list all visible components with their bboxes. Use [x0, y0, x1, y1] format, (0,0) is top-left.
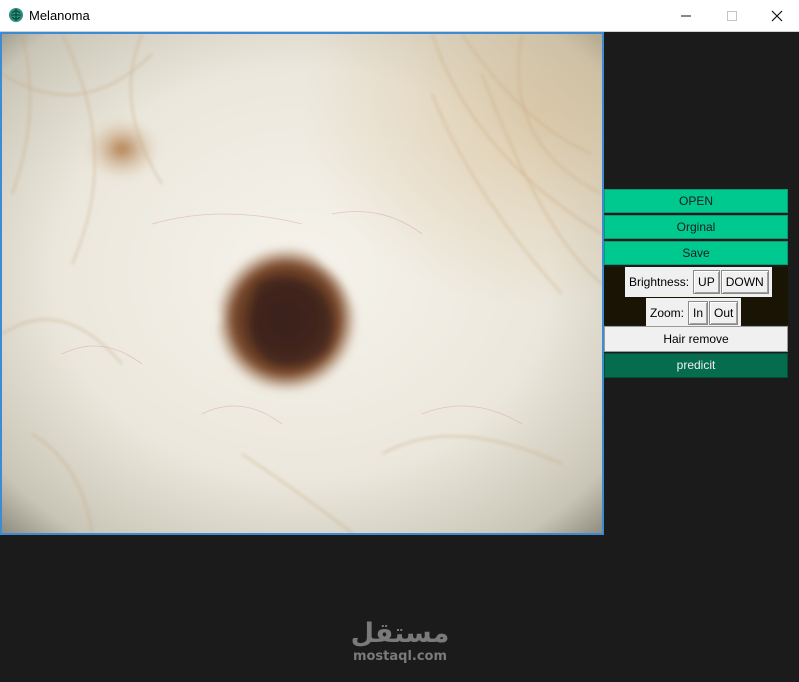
brightness-label: Brightness: — [629, 275, 690, 289]
minimize-icon — [681, 15, 691, 16]
adjust-controls: Brightness: UP DOWN Zoom: In Out — [604, 267, 788, 327]
brightness-up-button[interactable]: UP — [693, 270, 720, 294]
maximize-button[interactable] — [709, 0, 755, 31]
dermoscopy-image — [0, 32, 604, 535]
open-button[interactable]: OPEN — [604, 189, 788, 213]
watermark: مستقل mostaql.com — [300, 618, 500, 664]
title-bar[interactable]: Melanoma — [0, 0, 799, 32]
brightness-down-button[interactable]: DOWN — [720, 270, 769, 294]
maximize-icon — [727, 10, 737, 21]
predict-button[interactable]: predicit — [604, 353, 788, 378]
brightness-row: Brightness: UP DOWN — [625, 267, 772, 297]
zoom-out-button[interactable]: Out — [709, 300, 739, 325]
close-button[interactable] — [754, 0, 799, 31]
zoom-label: Zoom: — [650, 305, 685, 320]
zoom-in-button[interactable]: In — [688, 300, 709, 325]
window-title: Melanoma — [29, 8, 90, 23]
original-button[interactable]: Orginal — [604, 215, 788, 239]
brain-icon — [9, 8, 23, 22]
watermark-latin: mostaql.com — [352, 649, 448, 664]
close-icon — [771, 10, 783, 21]
zoom-row: Zoom: In Out — [646, 298, 742, 327]
save-button[interactable]: Save — [604, 241, 788, 265]
hair-remove-button[interactable]: Hair remove — [604, 326, 788, 352]
minimize-button[interactable] — [663, 0, 709, 31]
watermark-arabic: مستقل — [350, 618, 450, 649]
